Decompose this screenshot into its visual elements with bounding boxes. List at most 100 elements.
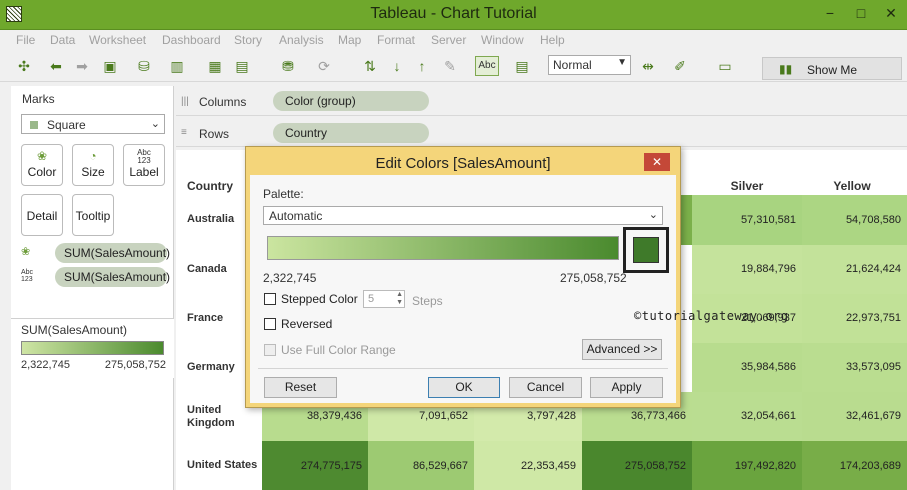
reversed-checkbox[interactable] xyxy=(264,318,276,330)
cancel-button[interactable]: Cancel xyxy=(509,377,582,398)
rows-shelf-label: Rows xyxy=(199,127,230,141)
apply-button[interactable]: Apply xyxy=(590,377,663,398)
menu-analysis[interactable]: Analysis xyxy=(279,33,324,47)
abc-label-icon: Abc 123 xyxy=(21,269,34,283)
maximize-button[interactable]: □ xyxy=(848,2,874,24)
cell-value: 35,984,586 xyxy=(740,361,796,373)
steps-value: 5 xyxy=(368,293,375,305)
swap-rows-columns-icon[interactable]: ⇅ xyxy=(360,56,380,76)
reset-button[interactable]: Reset xyxy=(264,377,337,398)
color-legend[interactable]: SUM(SalesAmount) 2,322,745 275,058,752 xyxy=(11,318,174,378)
fit-dropdown[interactable]: Normal ▼ xyxy=(548,55,631,75)
menu-file[interactable]: File xyxy=(16,33,35,47)
size-card[interactable]: ◔ Size xyxy=(72,144,114,186)
save-icon[interactable]: ▣ xyxy=(100,56,120,76)
menu-story[interactable]: Story xyxy=(234,33,262,47)
refresh-icon[interactable]: ⟳ xyxy=(314,56,334,76)
dialog-separator xyxy=(258,368,668,369)
redo-icon[interactable]: ➡ xyxy=(72,56,92,76)
cell-value: 36,773,466 xyxy=(630,410,686,422)
legend-gradient xyxy=(21,341,164,355)
ramp-max-value: 275,058,752 xyxy=(560,271,627,285)
label-card[interactable]: Abc 123 Label xyxy=(123,144,165,186)
columns-pill[interactable]: Color (group) xyxy=(273,91,429,111)
columns-icon: ||| xyxy=(181,96,189,107)
menu-map[interactable]: Map xyxy=(338,33,361,47)
sort-ascending-icon[interactable]: ↓ xyxy=(387,56,407,76)
palette-value: Automatic xyxy=(269,209,323,223)
rows-icon: ≡ xyxy=(181,127,187,138)
new-data-source-icon[interactable]: ⛁ xyxy=(134,56,154,76)
color-card[interactable]: ❀ Color xyxy=(21,144,63,186)
clear-sheet-icon[interactable]: ▤ xyxy=(232,56,252,76)
sum-salesamount-color-pill[interactable]: SUM(SalesAmount) xyxy=(55,243,170,263)
menu-help[interactable]: Help xyxy=(540,33,565,47)
use-full-color-range-checkbox[interactable] xyxy=(264,344,276,356)
show-me-button[interactable]: ▮▮ Show Me xyxy=(762,57,902,80)
shelf-divider xyxy=(176,115,907,116)
abc-label-icon: Abc 123 xyxy=(137,148,151,165)
fix-axes-icon[interactable]: ▤ xyxy=(512,56,532,76)
tableau-logo-icon[interactable]: ✣ xyxy=(14,56,34,76)
marks-panel: Marks Square ⌄ ❀ Color ◔ Size Abc 123 Lab… xyxy=(11,86,174,490)
cell-value: 174,203,689 xyxy=(839,460,901,472)
cell-value: 21,624,424 xyxy=(845,263,901,275)
dialog-title: Edit Colors [SalesAmount] xyxy=(375,155,551,172)
pause-updates-icon[interactable]: ⛃ xyxy=(278,56,298,76)
annotate-icon[interactable]: ✐ xyxy=(670,56,690,76)
cell-value: 7,091,652 xyxy=(419,410,468,422)
duplicate-sheet-icon[interactable]: ▦ xyxy=(205,56,225,76)
legend-title: SUM(SalesAmount) xyxy=(21,323,128,337)
menu-dashboard[interactable]: Dashboard xyxy=(162,33,221,47)
steps-label: Steps xyxy=(412,294,443,308)
menu-window[interactable]: Window xyxy=(481,33,524,47)
column-header-yellow: Yellow xyxy=(833,179,871,193)
close-window-button[interactable]: ✕ xyxy=(878,2,904,24)
palette-dropdown[interactable]: Automatic ⌄ xyxy=(263,206,663,225)
advanced-button[interactable]: Advanced >> xyxy=(582,339,662,360)
stepped-color-checkbox[interactable] xyxy=(264,293,276,305)
rows-pill[interactable]: Country xyxy=(273,123,429,143)
undo-icon[interactable]: ⬅ xyxy=(46,56,66,76)
color-palette-icon: ❀ xyxy=(36,149,48,163)
new-worksheet-icon[interactable]: ▥ xyxy=(167,56,187,76)
steps-stepper[interactable]: 5 ▲ ▼ xyxy=(363,290,405,308)
fit-width-icon[interactable]: ⇹ xyxy=(638,56,658,76)
column-header-silver: Silver xyxy=(730,179,764,193)
dialog-close-button[interactable]: ✕ xyxy=(644,153,670,171)
row-label-country: United Kingdom xyxy=(187,404,235,429)
mark-type-dropdown[interactable]: Square ⌄ xyxy=(21,114,165,134)
show-me-label: Show Me xyxy=(807,63,858,77)
sort-descending-icon[interactable]: ↑ xyxy=(412,56,432,76)
minimize-button[interactable]: − xyxy=(817,2,843,24)
marks-title: Marks xyxy=(22,92,55,106)
tooltip-card[interactable]: Tooltip xyxy=(72,194,114,236)
cell-value: 33,573,095 xyxy=(845,361,901,373)
cell-value: 274,775,175 xyxy=(300,460,362,472)
show-mark-labels-button[interactable]: Abc xyxy=(475,56,499,76)
bar-chart-icon: ▮▮ xyxy=(779,62,793,76)
row-label-country: United States xyxy=(187,459,258,471)
menu-data[interactable]: Data xyxy=(50,33,75,47)
sum-salesamount-label-pill[interactable]: SUM(SalesAmount) xyxy=(55,267,170,287)
presentation-mode-icon[interactable]: ▭ xyxy=(715,56,735,76)
row-label-country: Germany xyxy=(187,361,235,373)
size-card-label: Size xyxy=(81,165,105,179)
end-color-swatch[interactable] xyxy=(633,237,659,263)
size-icon: ◔ xyxy=(89,149,97,163)
cell-value: 57,310,581 xyxy=(740,214,796,226)
dialog-body: Palette: Automatic ⌄ 2,322,745 275,058,7… xyxy=(250,175,676,403)
menu-format[interactable]: Format xyxy=(377,33,415,47)
detail-card[interactable]: Detail xyxy=(21,194,63,236)
square-mark-icon xyxy=(30,121,38,129)
menu-server[interactable]: Server xyxy=(431,33,466,47)
stepper-arrows-icon[interactable]: ▲ ▼ xyxy=(396,291,403,307)
menu-worksheet[interactable]: Worksheet xyxy=(89,33,146,47)
cell-value: 22,353,459 xyxy=(520,460,576,472)
cell-value: 3,797,428 xyxy=(527,410,576,422)
ok-button[interactable]: OK xyxy=(428,377,500,398)
highlight-icon[interactable]: ✎ xyxy=(440,56,460,76)
watermark: ©tutorialgateway.org xyxy=(634,309,789,323)
use-full-color-range-label: Use Full Color Range xyxy=(281,343,396,357)
cell-value: 38,379,436 xyxy=(306,410,362,422)
